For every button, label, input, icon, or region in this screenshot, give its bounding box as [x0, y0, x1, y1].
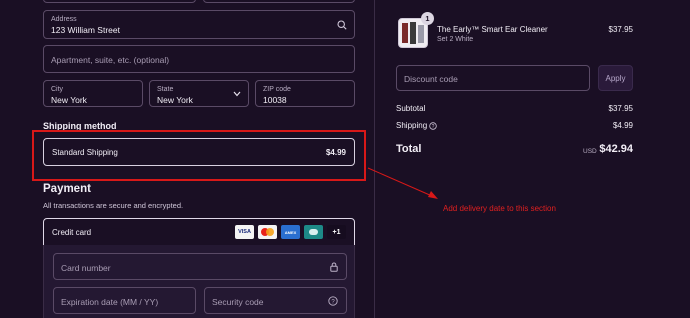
annotation-arrow	[367, 167, 438, 199]
annotation-text: Add delivery date to this section	[443, 204, 556, 213]
